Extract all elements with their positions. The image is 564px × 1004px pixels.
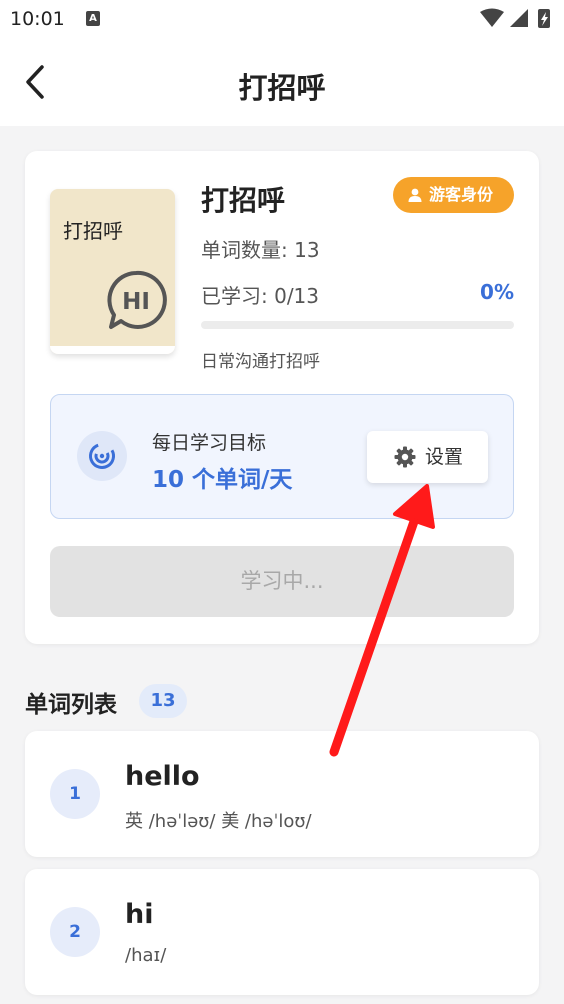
guest-badge: 游客身份 xyxy=(393,177,514,213)
word-text: hi xyxy=(125,899,154,930)
word-phonetic: 英 /həˈləʊ/ 美 /həˈloʊ/ xyxy=(125,811,312,832)
gear-icon xyxy=(394,446,416,468)
notification-icon: A xyxy=(86,11,100,26)
word-text: hello xyxy=(125,761,200,792)
learned-count: 已学习: 0/13 xyxy=(201,284,320,308)
book-description: 日常沟通打招呼 xyxy=(201,352,320,372)
status-bar: 10:01 A xyxy=(0,0,564,38)
wifi-icon xyxy=(480,8,504,27)
word-list-item-2[interactable]: 2 hi /haɪ/ xyxy=(25,869,539,995)
chat-bubble-icon: HI xyxy=(107,270,167,329)
book-name: 打招呼 xyxy=(201,184,286,217)
user-icon xyxy=(408,188,422,202)
app-bar: 打招呼 xyxy=(0,38,564,126)
system-icons xyxy=(480,8,550,28)
settings-button[interactable]: 设置 xyxy=(367,431,488,483)
book-card: 打招呼 HI 打招呼 游客身份 单词数量: 13 已学习: 0/13 0% 日常… xyxy=(25,151,539,644)
daily-goal-panel: 每日学习目标 10 个单词/天 设置 xyxy=(50,394,514,519)
word-list-count-badge: 13 xyxy=(139,684,187,718)
word-count: 单词数量: 13 xyxy=(201,238,320,262)
study-button[interactable]: 学习中... xyxy=(50,546,514,617)
guest-badge-label: 游客身份 xyxy=(429,185,494,204)
cover-title: 打招呼 xyxy=(63,219,123,243)
cover-badge-text: HI xyxy=(122,289,150,315)
word-index: 1 xyxy=(50,769,100,819)
progress-percent: 0% xyxy=(480,280,514,304)
word-list-item-1[interactable]: 1 hello 英 /həˈləʊ/ 美 /həˈloʊ/ xyxy=(25,731,539,857)
goal-value: 10 个单词/天 xyxy=(152,467,293,493)
word-list-title: 单词列表 xyxy=(25,692,117,718)
goal-label: 每日学习目标 xyxy=(152,432,267,454)
settings-button-label: 设置 xyxy=(425,446,464,468)
target-icon xyxy=(77,431,127,481)
progress-bar xyxy=(201,321,514,329)
page-title: 打招呼 xyxy=(238,71,326,105)
word-index: 2 xyxy=(50,907,100,957)
signal-icon xyxy=(510,9,528,27)
book-cover: 打招呼 HI xyxy=(50,189,175,354)
word-phonetic: /haɪ/ xyxy=(125,945,167,966)
status-time: 10:01 xyxy=(10,8,65,30)
